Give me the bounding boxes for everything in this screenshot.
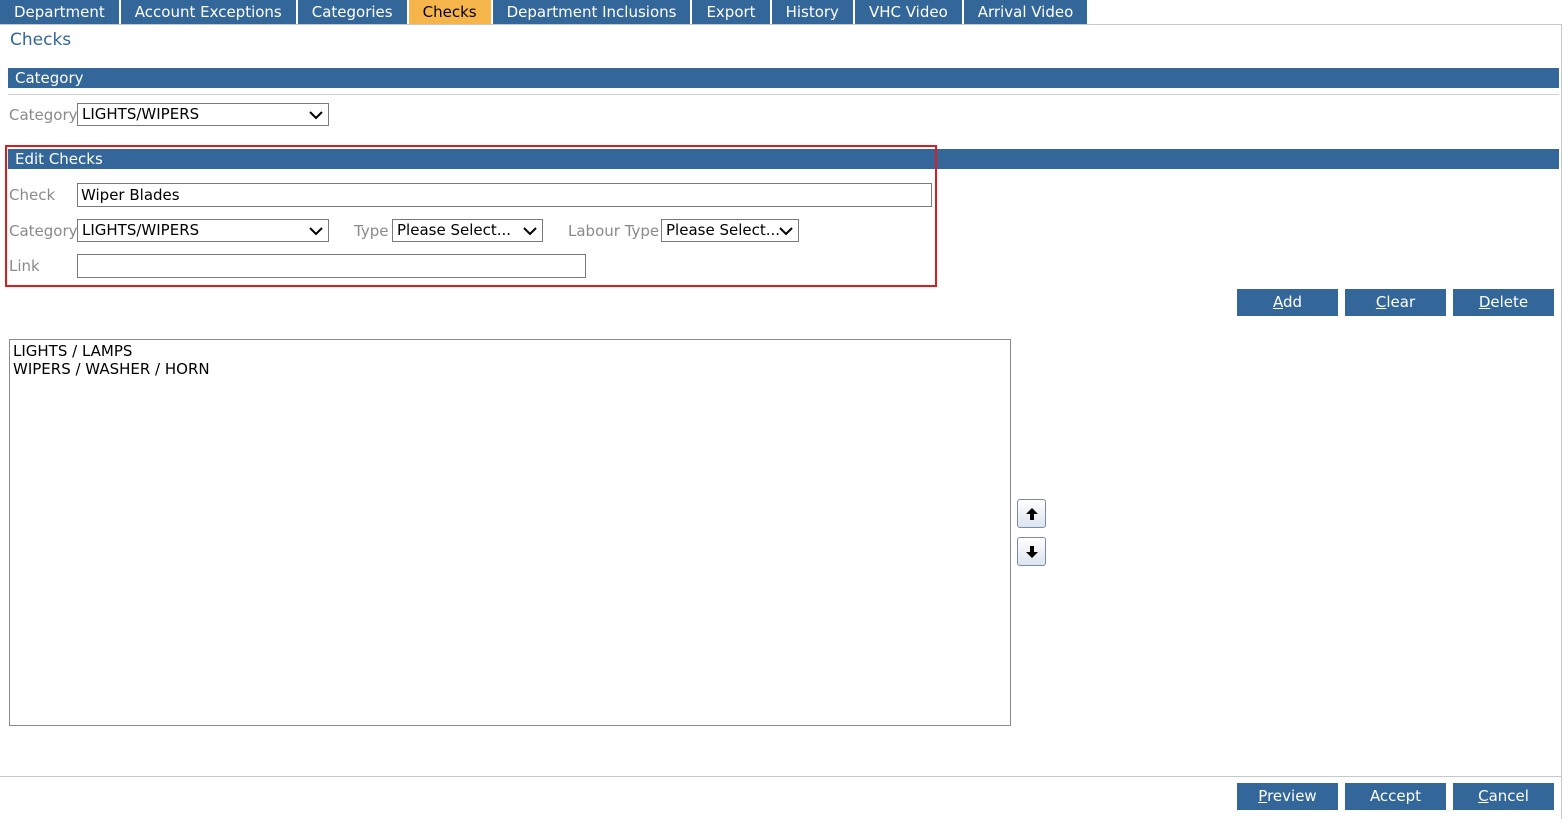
tab-bar: Department Account Exceptions Categories…	[0, 0, 1089, 25]
footer-divider	[0, 776, 1562, 777]
tab-export[interactable]: Export	[692, 0, 770, 25]
labour-type-select[interactable]: Please Select...	[661, 219, 799, 242]
page-title: Checks	[10, 30, 72, 50]
edit-category-label: Category	[9, 222, 78, 240]
clear-button-label: lear	[1386, 293, 1416, 311]
list-item[interactable]: LIGHTS / LAMPS	[13, 342, 1007, 360]
link-input[interactable]	[77, 254, 586, 278]
type-select[interactable]: Please Select...	[392, 219, 543, 242]
chevron-down-icon	[523, 227, 537, 236]
labour-type-value: Please Select...	[666, 221, 781, 239]
tab-arrival-video[interactable]: Arrival Video	[963, 0, 1088, 25]
cancel-button[interactable]: Cancel	[1453, 783, 1554, 810]
move-down-button[interactable]	[1017, 537, 1046, 566]
tab-vhc-video[interactable]: VHC Video	[854, 0, 962, 25]
clear-button[interactable]: Clear	[1345, 289, 1446, 316]
preview-button-accesskey: P	[1258, 787, 1268, 805]
cancel-button-label: ancel	[1488, 787, 1529, 805]
edit-checks-section-header: Edit Checks	[8, 149, 1559, 169]
check-label: Check	[9, 186, 56, 204]
panel-border	[1561, 24, 1562, 819]
category-filter-value: LIGHTS/WIPERS	[82, 105, 200, 123]
labour-type-label: Labour Type	[568, 222, 660, 240]
move-up-button[interactable]	[1017, 499, 1046, 528]
tab-account-exceptions[interactable]: Account Exceptions	[120, 0, 296, 25]
edit-category-value: LIGHTS/WIPERS	[82, 221, 200, 239]
preview-button[interactable]: Preview	[1237, 783, 1338, 810]
cancel-button-accesskey: C	[1478, 787, 1489, 805]
section-divider	[8, 94, 1559, 95]
delete-button[interactable]: Delete	[1453, 289, 1554, 316]
edit-category-select[interactable]: LIGHTS/WIPERS	[77, 219, 329, 242]
tab-department-inclusions[interactable]: Department Inclusions	[492, 0, 691, 25]
category-filter-label: Category	[9, 106, 78, 124]
list-item[interactable]: WIPERS / WASHER / HORN	[13, 360, 1007, 378]
add-button-accesskey: A	[1272, 293, 1283, 311]
category-filter-select[interactable]: LIGHTS/WIPERS	[77, 103, 329, 126]
preview-button-label: review	[1267, 787, 1317, 805]
tab-history[interactable]: History	[771, 0, 853, 25]
chevron-down-icon	[309, 111, 323, 120]
arrow-down-icon	[1025, 545, 1038, 558]
add-button-label: dd	[1282, 293, 1303, 311]
check-input[interactable]: Wiper Blades	[77, 183, 932, 207]
type-value: Please Select...	[397, 221, 512, 239]
link-label: Link	[9, 257, 40, 275]
clear-button-accesskey: C	[1375, 293, 1387, 311]
add-button[interactable]: Add	[1237, 289, 1338, 316]
chevron-down-icon	[309, 227, 323, 236]
accept-button[interactable]: Accept	[1345, 783, 1446, 810]
tab-checks[interactable]: Checks	[408, 0, 491, 25]
category-section-header: Category	[8, 68, 1559, 88]
tab-department[interactable]: Department	[0, 0, 119, 25]
checks-listbox[interactable]: LIGHTS / LAMPS WIPERS / WASHER / HORN	[9, 339, 1011, 726]
chevron-down-icon	[779, 227, 793, 236]
type-label: Type	[354, 222, 389, 240]
delete-button-label: elete	[1490, 293, 1529, 311]
arrow-up-icon	[1025, 507, 1038, 520]
tab-divider	[0, 24, 1562, 25]
tab-categories[interactable]: Categories	[297, 0, 407, 25]
delete-button-accesskey: D	[1478, 293, 1491, 311]
